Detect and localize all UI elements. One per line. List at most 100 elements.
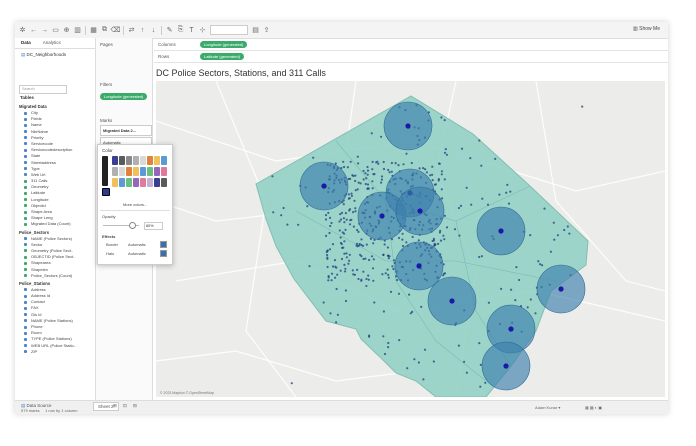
call-dot[interactable] xyxy=(443,272,446,275)
call-dot[interactable] xyxy=(271,175,274,178)
clear-icon[interactable]: ⌫ xyxy=(111,27,121,34)
call-dot[interactable] xyxy=(343,240,346,243)
call-dot[interactable] xyxy=(326,253,329,257)
call-dot[interactable] xyxy=(339,218,343,221)
call-dot[interactable] xyxy=(478,139,481,142)
call-dot[interactable] xyxy=(352,211,355,214)
call-dot[interactable] xyxy=(357,244,361,247)
call-dot[interactable] xyxy=(380,178,383,181)
call-dot[interactable] xyxy=(394,162,397,165)
call-dot[interactable] xyxy=(369,237,372,240)
color-swatch[interactable] xyxy=(154,156,160,165)
call-dot[interactable] xyxy=(401,238,404,241)
call-dot[interactable] xyxy=(397,292,401,295)
call-dot[interactable] xyxy=(324,214,328,217)
color-swatch[interactable] xyxy=(126,178,132,187)
call-dot[interactable] xyxy=(469,157,472,160)
call-dot[interactable] xyxy=(330,279,333,282)
color-swatch[interactable] xyxy=(112,167,118,176)
call-dot[interactable] xyxy=(390,170,393,173)
call-dot[interactable] xyxy=(365,243,368,246)
call-dot[interactable] xyxy=(357,277,360,281)
call-dot[interactable] xyxy=(362,178,365,181)
call-dot[interactable] xyxy=(568,232,571,235)
station-marker[interactable] xyxy=(405,123,411,129)
call-dot[interactable] xyxy=(366,187,369,190)
call-dot[interactable] xyxy=(330,221,333,225)
call-dot[interactable] xyxy=(432,360,435,363)
call-dot[interactable] xyxy=(372,242,375,245)
call-dot[interactable] xyxy=(340,211,344,214)
call-dot[interactable] xyxy=(387,257,390,260)
columns-pill[interactable]: Longitude (generated) xyxy=(200,41,248,48)
save-icon[interactable]: ▭ xyxy=(52,27,59,34)
show-cards-icon[interactable]: ▤ xyxy=(252,27,259,34)
search-input[interactable]: Search xyxy=(19,85,67,94)
call-dot[interactable] xyxy=(326,257,329,260)
call-dot[interactable] xyxy=(539,263,542,266)
call-dot[interactable] xyxy=(353,199,356,202)
call-dot[interactable] xyxy=(387,346,390,349)
call-dot[interactable] xyxy=(345,256,348,259)
field-item[interactable]: ZIP xyxy=(19,349,95,355)
call-dot[interactable] xyxy=(434,183,437,186)
call-dot[interactable] xyxy=(432,237,435,240)
call-dot[interactable] xyxy=(418,167,421,170)
call-dot[interactable] xyxy=(494,157,497,160)
call-dot[interactable] xyxy=(443,151,447,154)
call-dot[interactable] xyxy=(364,182,367,186)
call-dot[interactable] xyxy=(371,180,374,183)
call-dot[interactable] xyxy=(365,177,368,180)
undo-icon[interactable]: ← xyxy=(30,27,37,34)
call-dot[interactable] xyxy=(423,348,427,351)
call-dot[interactable] xyxy=(478,342,481,345)
call-dot[interactable] xyxy=(338,220,341,223)
call-dot[interactable] xyxy=(392,259,396,262)
call-dot[interactable] xyxy=(581,105,584,108)
call-dot[interactable] xyxy=(297,223,300,226)
call-dot[interactable] xyxy=(371,187,374,190)
call-dot[interactable] xyxy=(368,258,371,262)
call-dot[interactable] xyxy=(529,298,532,301)
call-dot[interactable] xyxy=(566,225,569,228)
call-dot[interactable] xyxy=(387,168,390,172)
call-dot[interactable] xyxy=(343,165,346,169)
call-dot[interactable] xyxy=(335,287,338,291)
call-dot[interactable] xyxy=(362,169,365,173)
selected-color-swatch[interactable] xyxy=(102,188,110,196)
call-dot[interactable] xyxy=(440,173,443,176)
call-dot[interactable] xyxy=(360,278,363,281)
call-dot[interactable] xyxy=(354,207,357,210)
call-dot[interactable] xyxy=(420,305,423,308)
call-dot[interactable] xyxy=(367,274,370,277)
labels-icon[interactable]: T xyxy=(188,27,195,34)
call-dot[interactable] xyxy=(387,273,390,276)
call-dot[interactable] xyxy=(382,253,385,257)
call-dot[interactable] xyxy=(445,226,449,229)
duplicate-icon[interactable]: ⧉ xyxy=(101,26,108,34)
call-dot[interactable] xyxy=(443,119,446,122)
call-dot[interactable] xyxy=(458,234,461,237)
call-dot[interactable] xyxy=(391,265,394,268)
call-dot[interactable] xyxy=(356,188,359,191)
call-dot[interactable] xyxy=(365,284,368,288)
call-dot[interactable] xyxy=(383,243,386,246)
filter-pill[interactable]: Longitude (generated) xyxy=(100,93,148,100)
call-dot[interactable] xyxy=(526,306,529,309)
station-marker[interactable] xyxy=(417,208,423,214)
call-dot[interactable] xyxy=(328,216,332,219)
call-dot[interactable] xyxy=(339,213,342,216)
call-dot[interactable] xyxy=(286,223,289,226)
color-swatch[interactable] xyxy=(133,178,139,187)
call-dot[interactable] xyxy=(359,182,362,185)
color-swatch[interactable] xyxy=(133,156,139,165)
call-dot[interactable] xyxy=(410,161,413,165)
call-dot[interactable] xyxy=(280,214,283,217)
halo-color-picker[interactable] xyxy=(160,250,167,257)
call-dot[interactable] xyxy=(382,160,385,164)
call-dot[interactable] xyxy=(406,367,409,370)
call-dot[interactable] xyxy=(543,207,546,210)
call-dot[interactable] xyxy=(343,252,346,255)
call-dot[interactable] xyxy=(341,231,344,234)
call-dot[interactable] xyxy=(529,234,532,237)
